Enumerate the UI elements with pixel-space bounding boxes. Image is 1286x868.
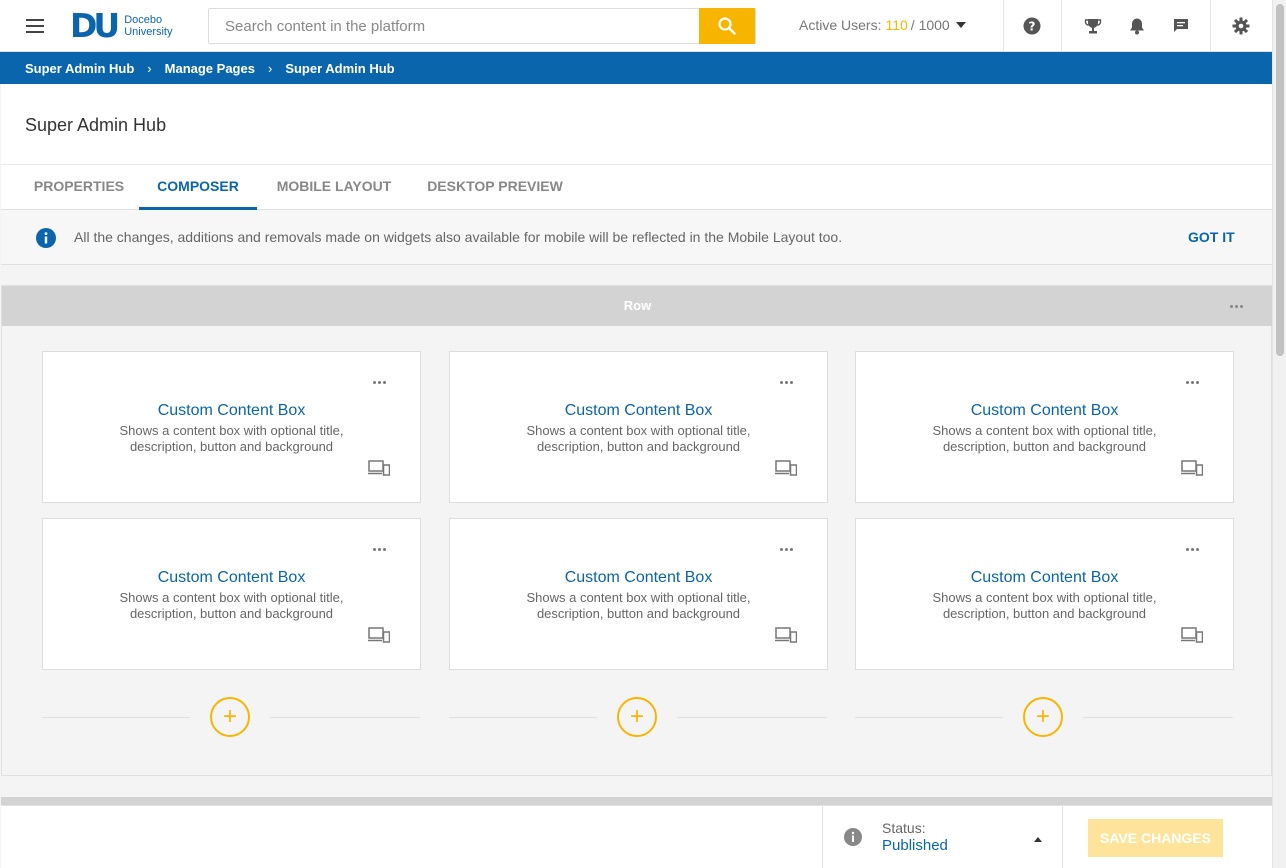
widget-title: Custom Content Box — [970, 402, 1119, 419]
divider — [1210, 0, 1211, 52]
page-header: Super Admin Hub — [1, 84, 1272, 164]
info-text: All the changes, additions and removals … — [74, 229, 843, 245]
breadcrumb-item-manage-pages[interactable]: Manage Pages — [165, 61, 255, 76]
divider — [42, 717, 190, 718]
logo-mark-text: DU — [70, 6, 120, 45]
divider — [449, 717, 597, 718]
widget-description: Shows a content box with optional title,… — [932, 590, 1157, 621]
devices-icon — [775, 627, 797, 643]
widget-card[interactable]: Custom Content Box Shows a content box w… — [42, 518, 421, 670]
trophy-icon[interactable] — [1083, 16, 1103, 36]
page-title: Super Admin Hub — [25, 115, 167, 135]
search-button[interactable] — [699, 8, 755, 44]
widget-more-icon[interactable] — [373, 381, 386, 384]
status-dropdown[interactable]: Status: Published — [822, 806, 1063, 868]
info-banner: All the changes, additions and removals … — [1, 210, 1272, 265]
devices-icon — [368, 627, 390, 643]
save-changes-button[interactable]: SAVE CHANGES — [1088, 819, 1223, 857]
widget-description: Shows a content box with optional title,… — [526, 423, 751, 454]
row-header[interactable]: Row — [2, 286, 1273, 326]
widget-title: Custom Content Box — [157, 402, 306, 419]
active-users-count: 110 — [885, 17, 908, 33]
divider — [1061, 0, 1062, 52]
widget-description: Shows a content box with optional title,… — [526, 590, 751, 621]
gear-icon[interactable] — [1231, 16, 1251, 36]
composer-row: Row Custom Content Box Shows a content b… — [1, 285, 1273, 776]
next-row-header — [1, 797, 1272, 805]
widget-card[interactable]: Custom Content Box Shows a content box w… — [855, 518, 1234, 670]
divider — [677, 717, 827, 718]
tab-desktop-preview[interactable]: DESKTOP PREVIEW — [421, 165, 569, 210]
menu-icon[interactable] — [26, 19, 44, 33]
widget-more-icon[interactable] — [1186, 548, 1199, 551]
chevron-down-icon — [955, 22, 966, 28]
active-users-total: / 1000 — [910, 17, 950, 33]
widget-card[interactable]: Custom Content Box Shows a content box w… — [855, 351, 1234, 503]
breadcrumb-item-current: Super Admin Hub — [285, 60, 395, 76]
widget-description: Shows a content box with optional title,… — [119, 423, 344, 454]
svg-text:?: ? — [1029, 20, 1036, 34]
active-users-label: Active Users: — [799, 17, 882, 33]
logo-text: Docebo University — [124, 14, 172, 38]
search-icon — [718, 17, 736, 35]
chevron-right-icon: › — [267, 60, 273, 76]
devices-icon — [368, 460, 390, 476]
info-icon — [844, 828, 862, 846]
divider — [270, 717, 420, 718]
widget-title: Custom Content Box — [157, 569, 306, 586]
tab-bar: PROPERTIES COMPOSER MOBILE LAYOUT DESKTO… — [1, 164, 1272, 210]
widget-title: Custom Content Box — [564, 569, 713, 586]
widget-card[interactable]: Custom Content Box Shows a content box w… — [449, 351, 828, 503]
widget-card[interactable]: Custom Content Box Shows a content box w… — [449, 518, 828, 670]
tab-composer[interactable]: COMPOSER — [139, 165, 257, 210]
divider — [1083, 717, 1233, 718]
chat-icon[interactable] — [1171, 16, 1191, 36]
logo[interactable]: DU Docebo University — [70, 8, 173, 44]
info-icon — [36, 228, 56, 248]
widget-more-icon[interactable] — [780, 548, 793, 551]
scrollbar[interactable] — [1272, 0, 1286, 868]
search-input[interactable] — [209, 9, 701, 43]
devices-icon — [1181, 460, 1203, 476]
chevron-up-icon — [1034, 837, 1042, 842]
breadcrumb-item-super-admin-hub[interactable]: Super Admin Hub — [25, 61, 134, 76]
top-bar: DU Docebo University Active Users: 110 /… — [0, 0, 1272, 52]
help-icon[interactable]: ? — [1022, 16, 1042, 36]
divider — [855, 717, 1003, 718]
row-more-icon[interactable] — [1230, 305, 1243, 308]
bell-icon[interactable] — [1127, 16, 1147, 36]
logo-mark: DU — [70, 6, 120, 45]
status-value: Published — [882, 837, 948, 854]
divider — [1003, 0, 1004, 52]
widget-title: Custom Content Box — [970, 569, 1119, 586]
widget-description: Shows a content box with optional title,… — [119, 590, 344, 621]
active-users[interactable]: Active Users: 110 / 1000 — [799, 17, 966, 33]
widget-more-icon[interactable] — [1186, 381, 1199, 384]
tab-mobile-layout[interactable]: MOBILE LAYOUT — [265, 165, 403, 210]
scrollbar-thumb[interactable] — [1276, 4, 1284, 356]
add-widget-button[interactable]: + — [617, 697, 657, 737]
widget-title: Custom Content Box — [564, 402, 713, 419]
status-label: Status: — [882, 820, 926, 836]
widget-card[interactable]: Custom Content Box Shows a content box w… — [42, 351, 421, 503]
add-widget-button[interactable]: + — [1023, 697, 1063, 737]
widget-more-icon[interactable] — [373, 548, 386, 551]
row-label: Row — [623, 298, 652, 313]
widget-description: Shows a content box with optional title,… — [932, 423, 1157, 454]
search-box — [208, 8, 756, 44]
add-widget-button[interactable]: + — [210, 697, 250, 737]
footer-bar: Status: Published SAVE CHANGES — [1, 805, 1272, 868]
devices-icon — [775, 460, 797, 476]
widget-more-icon[interactable] — [780, 381, 793, 384]
breadcrumb: Super Admin Hub › Manage Pages › Super A… — [0, 52, 1272, 84]
logo-line2: University — [124, 26, 173, 38]
devices-icon — [1181, 627, 1203, 643]
logo-line1: Docebo — [124, 14, 163, 26]
chevron-right-icon: › — [147, 60, 152, 76]
tab-properties[interactable]: PROPERTIES — [21, 165, 137, 210]
got-it-button[interactable]: GOT IT — [1188, 229, 1235, 245]
